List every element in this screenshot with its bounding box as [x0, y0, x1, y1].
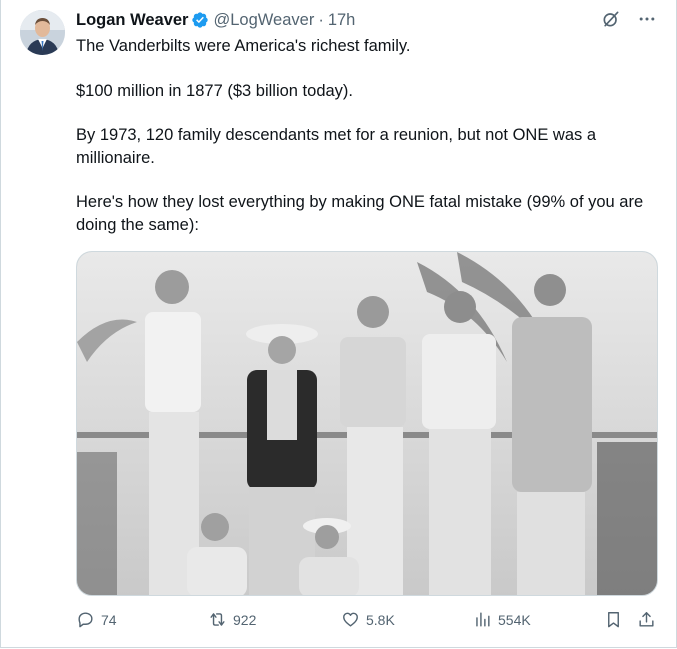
- avatar-image: [20, 10, 65, 55]
- tweet-timestamp[interactable]: 17h: [328, 11, 356, 30]
- bookmark-button[interactable]: [604, 610, 623, 629]
- share-button[interactable]: [637, 610, 656, 629]
- verified-badge-icon: [191, 11, 209, 29]
- tweet-photo[interactable]: [76, 251, 658, 596]
- repost-button[interactable]: 922: [208, 610, 256, 629]
- reply-count: 74: [101, 611, 117, 628]
- views-icon: [473, 610, 492, 629]
- author-handle[interactable]: @LogWeaver: [213, 11, 314, 30]
- more-icon[interactable]: [637, 9, 657, 29]
- bookmark-icon: [604, 610, 623, 629]
- views-button[interactable]: 554K: [473, 610, 531, 629]
- tweet-paragraph: $100 million in 1877 ($3 billion today).: [76, 81, 354, 100]
- views-count: 554K: [498, 611, 531, 628]
- like-count: 5.8K: [366, 611, 395, 628]
- reply-button[interactable]: 74: [76, 610, 117, 629]
- tweet-action-bar: 74 922 5.8K 554K: [76, 610, 658, 632]
- tweet-header: Logan Weaver @LogWeaver · 17h: [76, 10, 355, 30]
- group-photo-image: [77, 252, 657, 595]
- grok-icon[interactable]: [601, 9, 621, 29]
- repost-icon: [208, 610, 227, 629]
- repost-count: 922: [233, 611, 257, 628]
- tweet-top-actions: [601, 9, 657, 29]
- share-icon: [637, 610, 656, 629]
- reply-icon: [76, 610, 95, 629]
- like-button[interactable]: 5.8K: [341, 610, 395, 629]
- avatar[interactable]: [20, 10, 65, 55]
- tweet-paragraph: By 1973, 120 family descendants met for …: [76, 126, 601, 167]
- tweet-text: The Vanderbilts were America's richest f…: [76, 35, 646, 258]
- tweet-paragraph: The Vanderbilts were America's richest f…: [76, 37, 411, 55]
- author-name[interactable]: Logan Weaver: [76, 11, 188, 30]
- like-icon: [341, 610, 360, 629]
- tweet-paragraph: Here's how they lost everything by makin…: [76, 193, 648, 234]
- header-separator: ·: [318, 10, 324, 29]
